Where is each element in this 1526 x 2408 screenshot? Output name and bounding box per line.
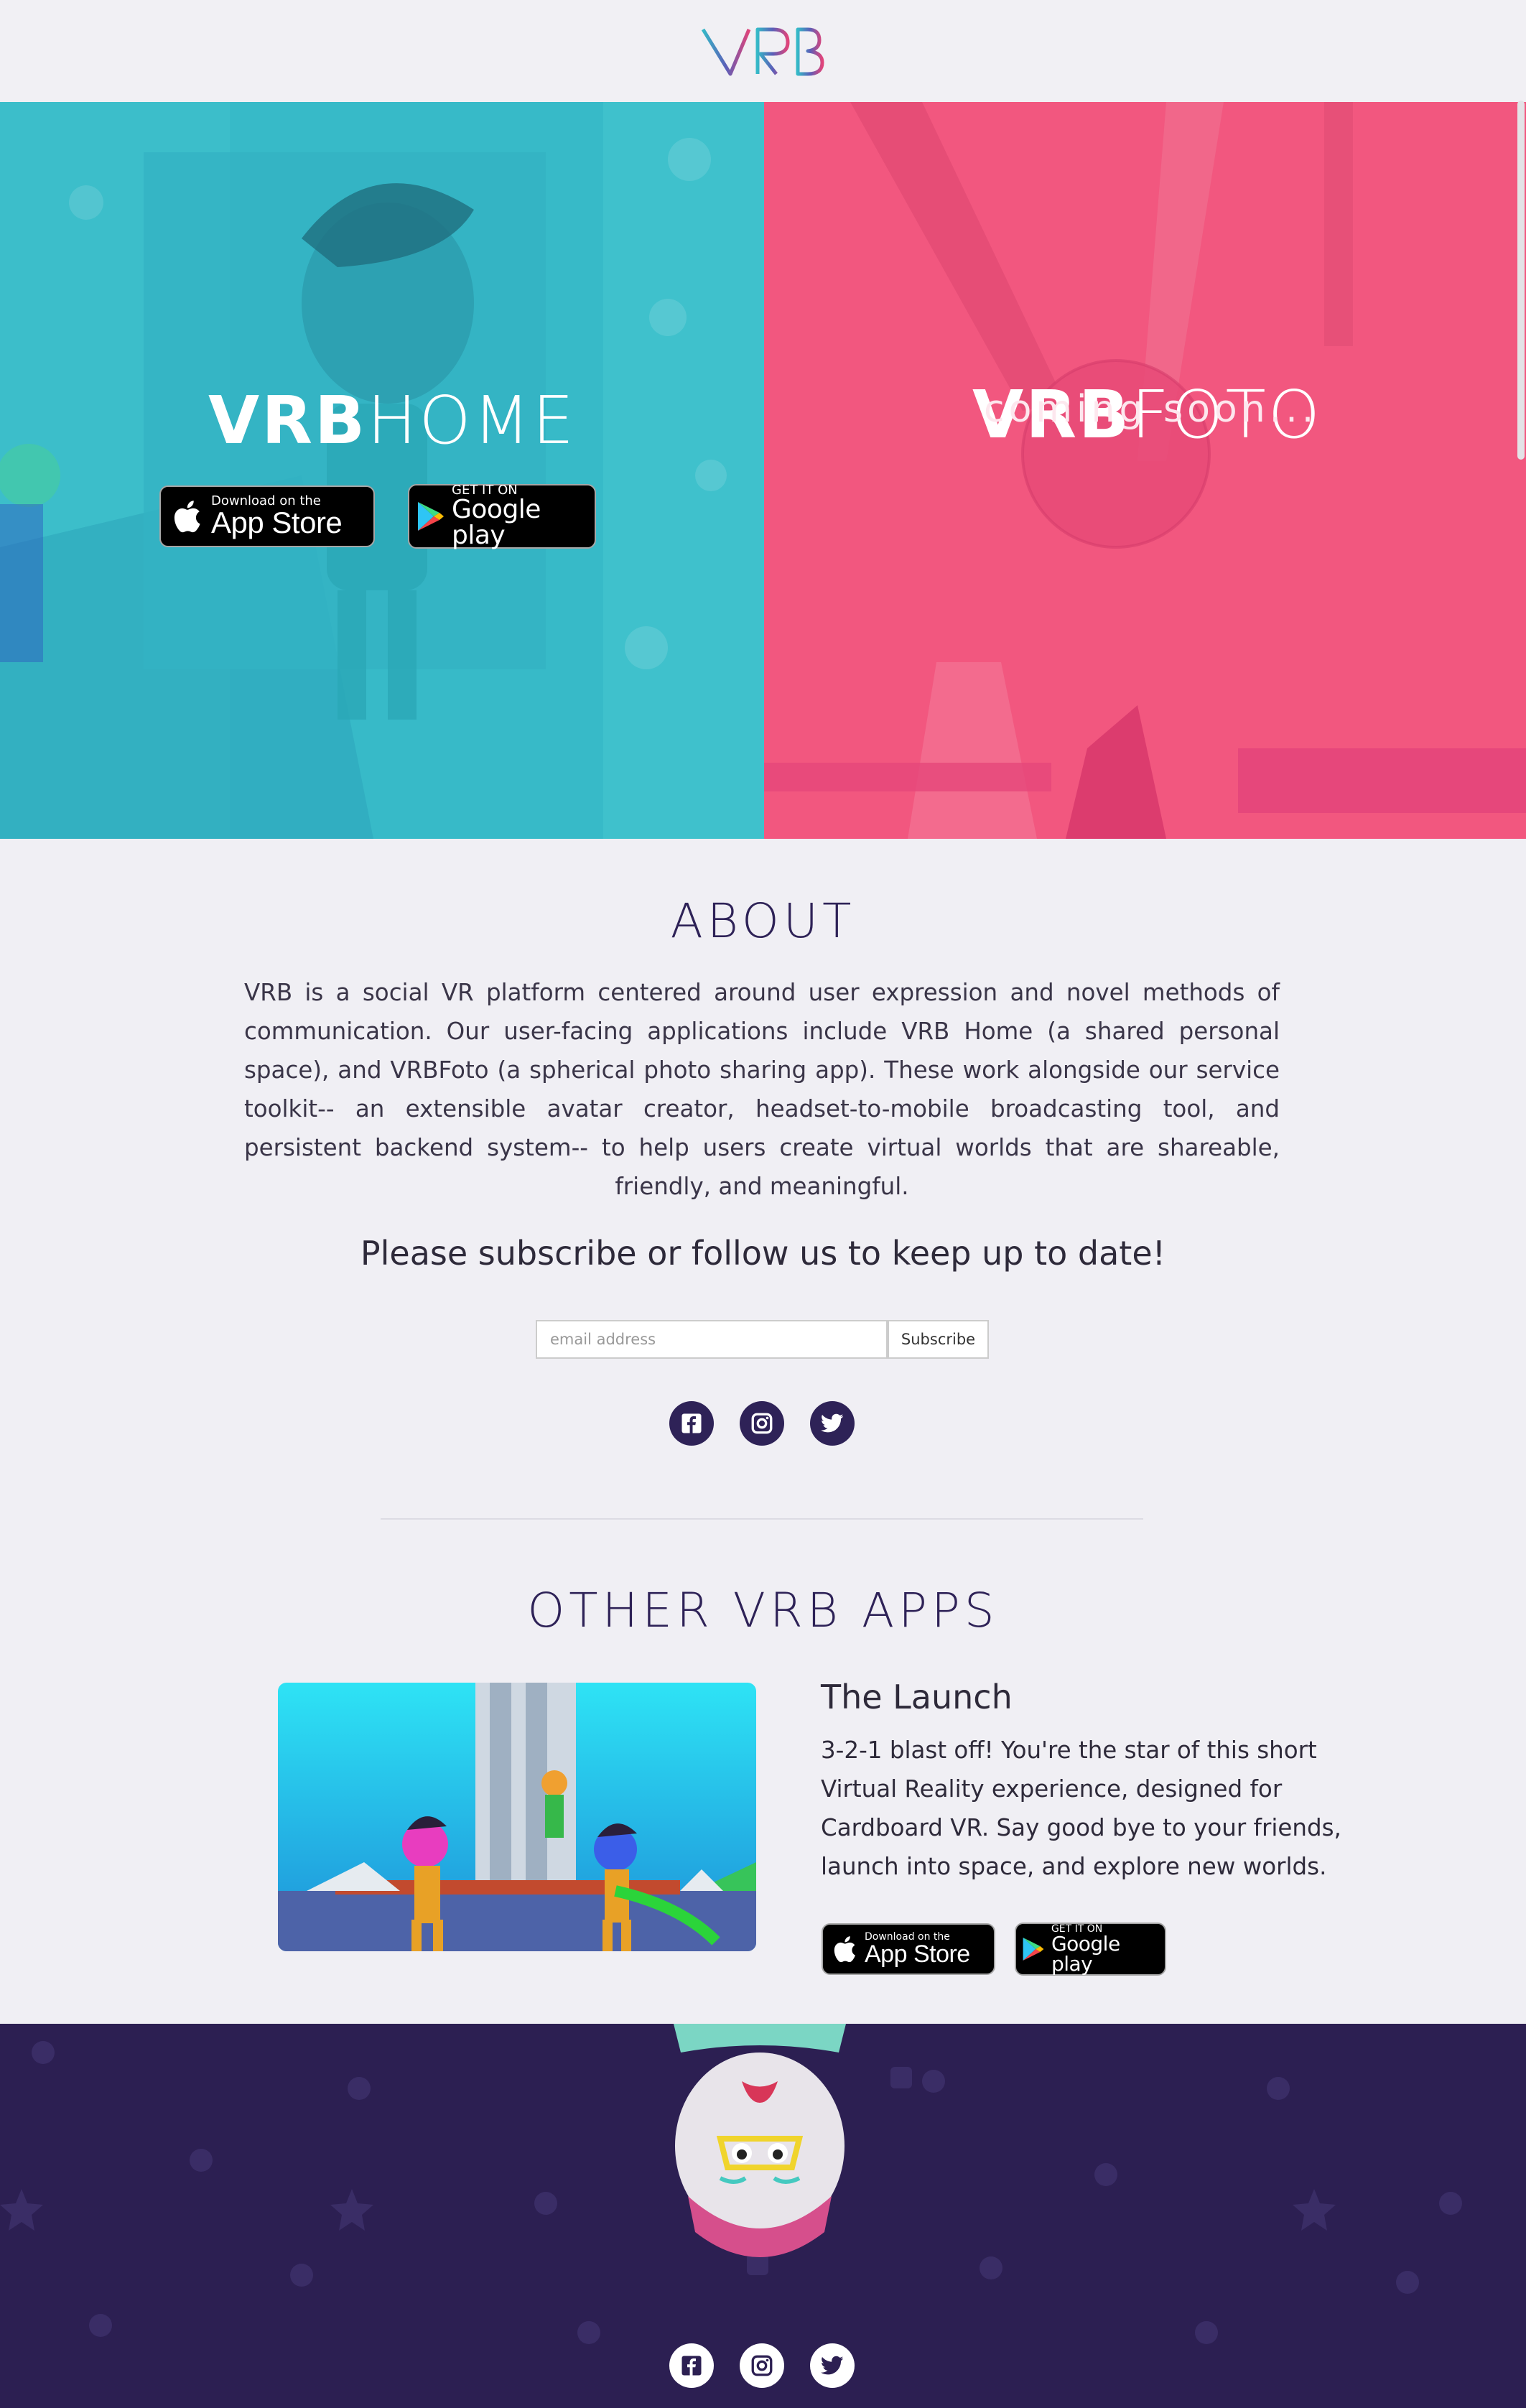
vrb-foto-panel[interactable]: VRBFOTO — [764, 102, 1526, 839]
app-store-big-label: App Store — [211, 506, 343, 539]
facebook-link[interactable] — [669, 1401, 714, 1446]
facebook-icon — [681, 1413, 702, 1433]
vrb-home-panel[interactable]: VRBHOME Download on the App Store GET IT… — [0, 102, 764, 839]
coming-soon-label: coming soon... — [984, 388, 1318, 431]
vrb-home-background-art — [0, 102, 764, 839]
footer-twitter-link[interactable] — [810, 2343, 855, 2388]
google-play-icon — [409, 501, 452, 532]
the-launch-description: 3-2-1 blast off! You're the star of this… — [821, 1737, 1341, 1880]
instagram-icon — [751, 1413, 773, 1434]
twitter-icon — [821, 1413, 844, 1433]
instagram-link[interactable] — [740, 1401, 784, 1446]
section-divider — [381, 1518, 1143, 1520]
site-footer — [0, 2024, 1526, 2408]
vrb-home-title-bold: VRB — [208, 382, 368, 459]
scrollbar-thumb[interactable] — [1517, 101, 1525, 460]
twitter-icon — [821, 2356, 844, 2375]
site-header — [0, 0, 1526, 102]
footer-facebook-link[interactable] — [669, 2343, 714, 2388]
avatar-character-art — [674, 2024, 846, 2257]
google-play-icon — [1016, 1936, 1051, 1962]
the-launch-app-store-button[interactable]: Download on the App Store — [822, 1923, 995, 1975]
the-launch-screenshot[interactable] — [278, 1683, 756, 1951]
app-store-big-label: App Store — [865, 1940, 970, 1968]
hero-section: VRBHOME Download on the App Store GET IT… — [0, 102, 1526, 839]
the-launch-title: The Launch — [821, 1678, 1013, 1716]
apple-icon — [161, 498, 211, 535]
apple-icon — [823, 1934, 865, 1964]
email-input[interactable]: email address — [536, 1320, 888, 1359]
subscribe-button[interactable]: Subscribe — [888, 1320, 989, 1359]
footer-instagram-link[interactable] — [740, 2343, 784, 2388]
vrb-home-title-light: HOME — [367, 382, 577, 459]
facebook-icon — [681, 2356, 702, 2376]
about-title: ABOUT — [670, 893, 856, 949]
vrb-home-title: VRBHOME — [208, 382, 576, 459]
the-launch-google-play-button[interactable]: GET IT ON Google play — [1015, 1923, 1166, 1976]
about-body: VRB is a social VR platform centered aro… — [244, 979, 1280, 1200]
instagram-icon — [751, 2355, 773, 2376]
vrb-foto-background-art — [764, 102, 1526, 839]
twitter-link[interactable] — [810, 1401, 855, 1446]
vrb-logo[interactable] — [699, 22, 828, 80]
google-play-big-label: Google play — [1051, 1932, 1120, 1976]
other-apps-title: OTHER VRB APPS — [527, 1583, 999, 1638]
vrb-home-app-store-button[interactable]: Download on the App Store — [159, 485, 375, 547]
vrb-home-google-play-button[interactable]: GET IT ON Google play — [408, 484, 596, 549]
subscribe-title: Please subscribe or follow us to keep up… — [360, 1234, 1166, 1273]
google-play-big-label: Google play — [452, 495, 541, 550]
email-input-placeholder: email address — [550, 1331, 656, 1348]
